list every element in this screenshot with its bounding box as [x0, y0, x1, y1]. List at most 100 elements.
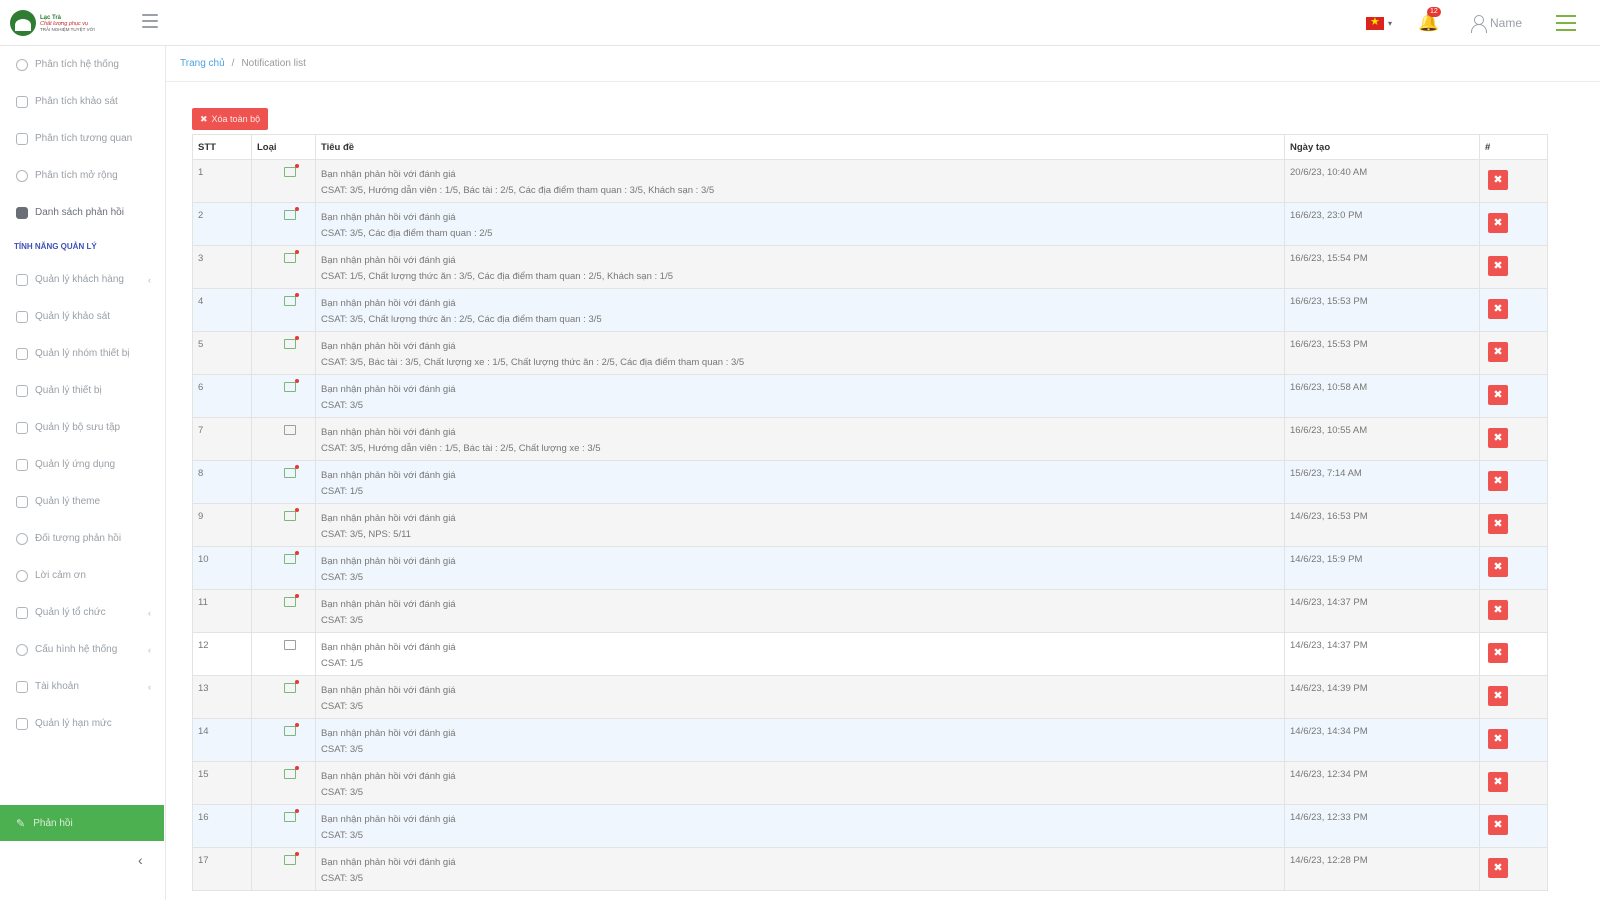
delete-row-button[interactable]: ✖ — [1488, 299, 1508, 319]
feedback-button[interactable]: ✎ Phản hồi — [0, 805, 164, 841]
table-row[interactable]: 16 Bạn nhận phản hồi với đánh giá CSAT: 3/… — [192, 804, 1548, 848]
table-row[interactable]: 11 Bạn nhận phản hồi với đánh giá CSAT: 3/… — [192, 589, 1548, 633]
notification-title: Bạn nhận phản hồi với đánh giá — [321, 470, 456, 481]
sidebar-item-system-config[interactable]: Cấu hình hệ thống ‹ — [0, 631, 165, 668]
sidebar-item-feedback-list[interactable]: Danh sách phản hồi — [0, 194, 165, 231]
cell-stt: 15 — [192, 761, 252, 805]
table-row[interactable]: 7 Bạn nhận phản hồi với đánh giá CSAT: 3/5… — [192, 417, 1548, 461]
sidebar-item-applications[interactable]: Quản lý ứng dụng — [0, 446, 165, 483]
delete-row-button[interactable]: ✖ — [1488, 772, 1508, 792]
delete-row-button[interactable]: ✖ — [1488, 686, 1508, 706]
delete-row-button[interactable]: ✖ — [1488, 428, 1508, 448]
table-row[interactable]: 15 Bạn nhận phản hồi với đánh giá CSAT: 3/… — [192, 761, 1548, 805]
delete-row-button[interactable]: ✖ — [1488, 557, 1508, 577]
notification-title: Bạn nhận phản hồi với đánh giá — [321, 169, 456, 180]
delete-row-button[interactable]: ✖ — [1488, 643, 1508, 663]
header-stt[interactable]: STT — [192, 134, 252, 160]
cell-title[interactable]: Bạn nhận phản hồi với đánh giá CSAT: 3/5 — [315, 374, 1285, 418]
cell-stt: 16 — [192, 804, 252, 848]
table-row[interactable]: 4 Bạn nhận phản hồi với đánh giá CSAT: 3/5… — [192, 288, 1548, 332]
delete-row-button[interactable]: ✖ — [1488, 256, 1508, 276]
table-row[interactable]: 9 Bạn nhận phản hồi với đánh giá CSAT: 3/5… — [192, 503, 1548, 547]
delete-row-button[interactable]: ✖ — [1488, 858, 1508, 878]
header-date[interactable]: Ngày tạo — [1284, 134, 1480, 160]
sidebar-item-survey-analysis[interactable]: Phân tích khảo sát — [0, 83, 165, 120]
delete-row-button[interactable]: ✖ — [1488, 815, 1508, 835]
delete-row-button[interactable]: ✖ — [1488, 729, 1508, 749]
sidebar-item-system-analysis[interactable]: Phân tích hệ thống — [0, 46, 165, 83]
cell-title[interactable]: Bạn nhận phản hồi với đánh giá CSAT: 3/5,… — [315, 417, 1285, 461]
header-title[interactable]: Tiêu đề — [315, 134, 1285, 160]
table-row[interactable]: 13 Bạn nhận phản hồi với đánh giá CSAT: 3/… — [192, 675, 1548, 719]
cell-stt: 11 — [192, 589, 252, 633]
delete-row-button[interactable]: ✖ — [1488, 385, 1508, 405]
cell-title[interactable]: Bạn nhận phản hồi với đánh giá CSAT: 1/5 — [315, 460, 1285, 504]
sidebar-item-extended-analysis[interactable]: Phân tích mở rộng — [0, 157, 165, 194]
table-row[interactable]: 17 Bạn nhận phản hồi với đánh giá CSAT: 3/… — [192, 847, 1548, 891]
language-caret-icon[interactable]: ▾ — [1388, 19, 1392, 28]
sidebar-item-surveys[interactable]: Quản lý khảo sát — [0, 298, 165, 335]
cell-title[interactable]: Bạn nhận phản hồi với đánh giá CSAT: 3/5 — [315, 847, 1285, 891]
delete-row-button[interactable]: ✖ — [1488, 213, 1508, 233]
delete-row-button[interactable]: ✖ — [1488, 514, 1508, 534]
collapse-sidebar-icon[interactable]: ‹ — [138, 852, 143, 868]
cell-title[interactable]: Bạn nhận phản hồi với đánh giá CSAT: 3/5,… — [315, 331, 1285, 375]
cell-title[interactable]: Bạn nhận phản hồi với đánh giá CSAT: 3/5,… — [315, 202, 1285, 246]
table-row[interactable]: 5 Bạn nhận phản hồi với đánh giá CSAT: 3/5… — [192, 331, 1548, 375]
sidebar-item-label: Quản lý theme — [35, 496, 101, 507]
top-bar: Lạc Trà Chất lượng phục vụ TRẢI NGHIỆM T… — [0, 0, 1600, 46]
delete-row-button[interactable]: ✖ — [1488, 170, 1508, 190]
cell-title[interactable]: Bạn nhận phản hồi với đánh giá CSAT: 3/5 — [315, 589, 1285, 633]
cell-title[interactable]: Bạn nhận phản hồi với đánh giá CSAT: 3/5 — [315, 546, 1285, 590]
delete-all-button[interactable]: ✖ Xóa toàn bộ — [192, 108, 269, 130]
cell-title[interactable]: Bạn nhận phản hồi với đánh giá CSAT: 3/5 — [315, 675, 1285, 719]
cell-title[interactable]: Bạn nhận phản hồi với đánh giá CSAT: 3/5 — [315, 804, 1285, 848]
chat-icon — [16, 206, 28, 219]
table-row[interactable]: 6 Bạn nhận phản hồi với đánh giá CSAT: 3/5… — [192, 374, 1548, 418]
cell-title[interactable]: Bạn nhận phản hồi với đánh giá CSAT: 1/5,… — [315, 245, 1285, 289]
table-row[interactable]: 2 Bạn nhận phản hồi với đánh giá CSAT: 3/5… — [192, 202, 1548, 246]
app-logo[interactable]: Lạc Trà Chất lượng phục vụ TRẢI NGHIỆM T… — [10, 7, 122, 39]
sidebar-item-device-groups[interactable]: Quản lý nhóm thiết bị — [0, 335, 165, 372]
table-row[interactable]: 3 Bạn nhận phản hồi với đánh giá CSAT: 1/5… — [192, 245, 1548, 289]
delete-row-button[interactable]: ✖ — [1488, 342, 1508, 362]
vietnam-flag-icon[interactable] — [1365, 15, 1384, 30]
sidebar-item-organizations[interactable]: Quản lý tổ chức ‹ — [0, 594, 165, 631]
scatter-icon — [16, 132, 28, 145]
message-icon — [284, 640, 296, 650]
cell-title[interactable]: Bạn nhận phản hồi với đánh giá CSAT: 3/5,… — [315, 503, 1285, 547]
chevron-left-icon: ‹ — [148, 274, 151, 285]
cell-title[interactable]: Bạn nhận phản hồi với đánh giá CSAT: 3/5 — [315, 761, 1285, 805]
sidebar-item-feedback-targets[interactable]: Đối tượng phản hồi — [0, 520, 165, 557]
cell-title[interactable]: Bạn nhận phản hồi với đánh giá CSAT: 3/5,… — [315, 288, 1285, 332]
sidebar-item-collections[interactable]: Quản lý bộ sưu tập — [0, 409, 165, 446]
cell-title[interactable]: Bạn nhận phản hồi với đánh giá CSAT: 1/5 — [315, 632, 1285, 676]
cell-title[interactable]: Bạn nhận phản hồi với đánh giá CSAT: 3/5,… — [315, 159, 1285, 203]
table-row[interactable]: 10 Bạn nhận phản hồi với đánh giá CSAT: 3/… — [192, 546, 1548, 590]
menu-toggle-icon[interactable] — [142, 14, 158, 28]
delete-row-button[interactable]: ✖ — [1488, 471, 1508, 491]
table-row[interactable]: 12 Bạn nhận phản hồi với đánh giá CSAT: 1/… — [192, 632, 1548, 676]
apps-menu-icon[interactable] — [1556, 15, 1576, 31]
sidebar-item-themes[interactable]: Quản lý theme — [0, 483, 165, 520]
notification-bell-icon[interactable]: 🔔 12 — [1418, 7, 1441, 32]
table-row[interactable]: 14 Bạn nhận phản hồi với đánh giá CSAT: 3/… — [192, 718, 1548, 762]
table-row[interactable]: 1 Bạn nhận phản hồi với đánh giá CSAT: 3/5… — [192, 159, 1548, 203]
cell-stt: 8 — [192, 460, 252, 504]
notification-detail: CSAT: 3/5, Bác tài : 3/5, Chất lượng xe … — [321, 357, 745, 368]
sidebar-item-customers[interactable]: Quản lý khách hàng ‹ — [0, 261, 165, 298]
user-menu[interactable]: Name — [1470, 14, 1522, 33]
cell-title[interactable]: Bạn nhận phản hồi với đánh giá CSAT: 3/5 — [315, 718, 1285, 762]
header-type[interactable]: Loại — [251, 134, 316, 160]
breadcrumb-home-link[interactable]: Trang chủ — [180, 58, 225, 69]
sidebar-item-quota[interactable]: Quản lý hạn mức — [0, 705, 165, 742]
delete-row-button[interactable]: ✖ — [1488, 600, 1508, 620]
table-row[interactable]: 8 Bạn nhận phản hồi với đánh giá CSAT: 1/5… — [192, 460, 1548, 504]
breadcrumb-separator: / — [231, 58, 235, 69]
sidebar-item-devices[interactable]: Quản lý thiết bị — [0, 372, 165, 409]
notification-title: Bạn nhận phản hồi với đánh giá — [321, 642, 456, 653]
sidebar-item-correlation-analysis[interactable]: Phân tích tương quan — [0, 120, 165, 157]
cell-action: ✖ — [1479, 761, 1548, 805]
sidebar-item-thank-you[interactable]: Lời cảm ơn — [0, 557, 165, 594]
sidebar-item-account[interactable]: Tài khoản ‹ — [0, 668, 165, 705]
